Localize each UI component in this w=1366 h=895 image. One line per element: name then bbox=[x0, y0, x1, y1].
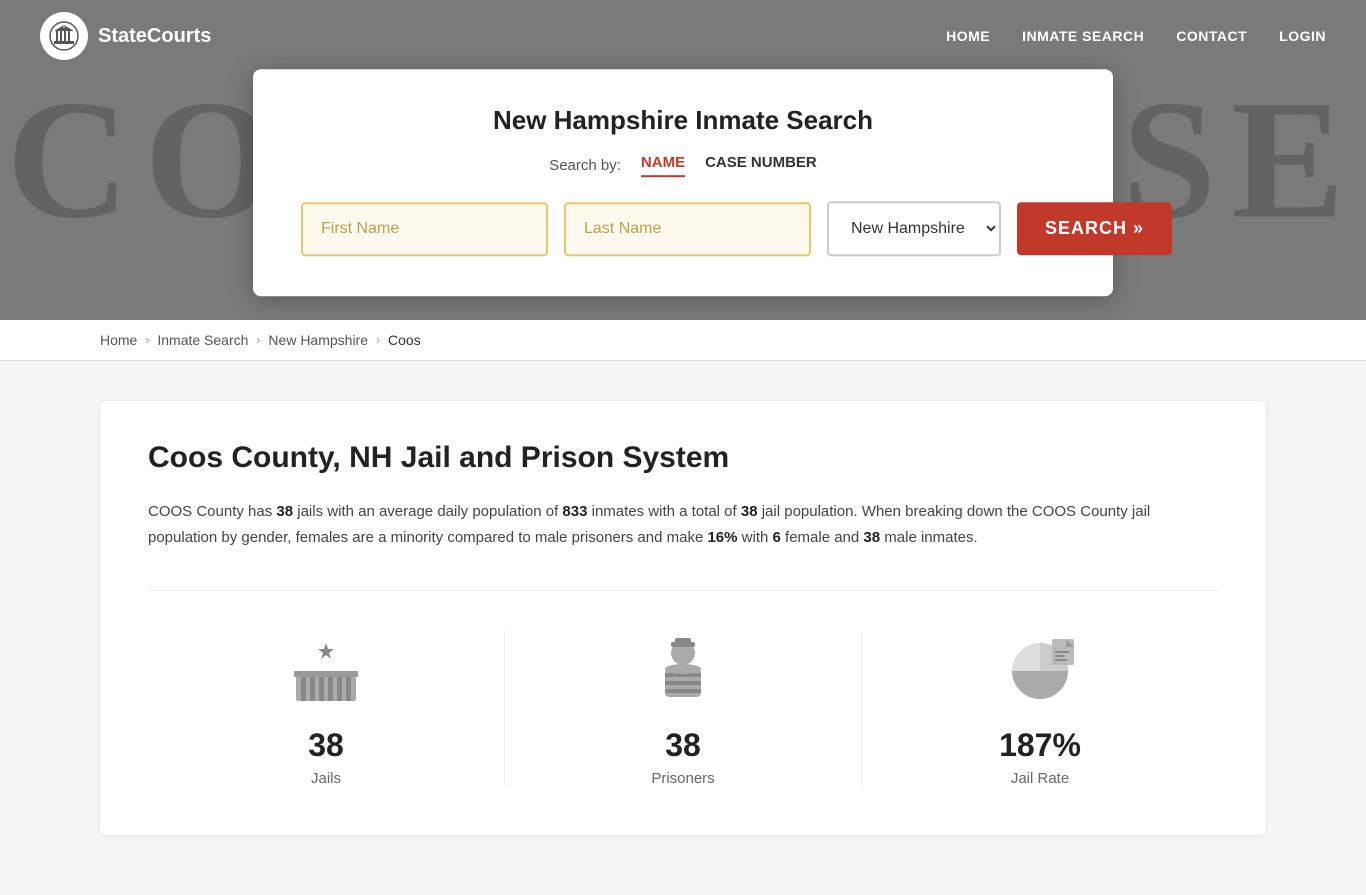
tab-case-number[interactable]: CASE NUMBER bbox=[705, 154, 817, 177]
search-by-row: Search by: NAME CASE NUMBER bbox=[301, 154, 1065, 177]
jails-count: 38 bbox=[276, 503, 293, 520]
breadcrumb-sep-2: › bbox=[256, 333, 260, 347]
desc-text-7: male inmates. bbox=[880, 529, 978, 546]
search-button[interactable]: SEARCH » bbox=[1017, 202, 1172, 255]
stat-prisoners: 38 Prisoners bbox=[505, 631, 862, 787]
header: COURTHOUSE StateCourts bbox=[0, 0, 1366, 320]
logo-link[interactable]: StateCourts bbox=[40, 12, 211, 60]
top-nav: StateCourts HOME INMATE SEARCH CONTACT L… bbox=[0, 0, 1366, 72]
stat-jail-rate: 187% Jail Rate bbox=[862, 631, 1218, 787]
jails-number: 38 bbox=[308, 727, 344, 764]
last-name-input[interactable] bbox=[564, 202, 811, 256]
county-description: COOS County has 38 jails with an average… bbox=[148, 499, 1218, 550]
desc-text-2: jails with an average daily population o… bbox=[293, 503, 562, 520]
stat-jails: 38 Jails bbox=[148, 631, 505, 787]
jail-rate-number: 187% bbox=[999, 727, 1081, 764]
logo-text: StateCourts bbox=[98, 25, 211, 48]
breadcrumb-inmate-search[interactable]: Inmate Search bbox=[157, 332, 248, 348]
search-modal: New Hampshire Inmate Search Search by: N… bbox=[253, 69, 1113, 296]
main-content: Coos County, NH Jail and Prison System C… bbox=[0, 361, 1366, 895]
nav-contact[interactable]: CONTACT bbox=[1176, 28, 1247, 44]
modal-title: New Hampshire Inmate Search bbox=[301, 105, 1065, 136]
female-pct: 16% bbox=[707, 529, 737, 546]
nav-login[interactable]: LOGIN bbox=[1279, 28, 1326, 44]
prisoners-label: Prisoners bbox=[651, 770, 714, 787]
breadcrumb-sep-3: › bbox=[376, 333, 380, 347]
desc-text-6: female and bbox=[781, 529, 864, 546]
male-count: 38 bbox=[863, 529, 880, 546]
jail-icon bbox=[286, 631, 366, 711]
search-fields: New Hampshire Alabama Alaska Arizona Cal… bbox=[301, 201, 1065, 256]
state-select[interactable]: New Hampshire Alabama Alaska Arizona Cal… bbox=[827, 201, 1001, 256]
prisoners-number: 38 bbox=[665, 727, 701, 764]
total-jail-pop: 38 bbox=[741, 503, 758, 520]
stats-row: 38 Jails bbox=[148, 590, 1218, 787]
jail-rate-icon bbox=[1000, 631, 1080, 711]
breadcrumb: Home › Inmate Search › New Hampshire › C… bbox=[100, 332, 1266, 348]
logo-icon bbox=[40, 12, 88, 60]
breadcrumb-state[interactable]: New Hampshire bbox=[268, 332, 368, 348]
content-card: Coos County, NH Jail and Prison System C… bbox=[100, 401, 1266, 835]
desc-text-5: with bbox=[738, 529, 773, 546]
breadcrumb-sep-1: › bbox=[145, 333, 149, 347]
prisoner-icon bbox=[643, 631, 723, 711]
jail-rate-label: Jail Rate bbox=[1011, 770, 1069, 787]
first-name-input[interactable] bbox=[301, 202, 548, 256]
tab-name[interactable]: NAME bbox=[641, 154, 685, 177]
breadcrumb-current: Coos bbox=[388, 332, 421, 348]
jails-label: Jails bbox=[311, 770, 341, 787]
nav-inmate-search[interactable]: INMATE SEARCH bbox=[1022, 28, 1144, 44]
desc-text-1: COOS County has bbox=[148, 503, 276, 520]
nav-links: HOME INMATE SEARCH CONTACT LOGIN bbox=[946, 28, 1326, 44]
female-count: 6 bbox=[773, 529, 781, 546]
desc-text-3: inmates with a total of bbox=[587, 503, 740, 520]
breadcrumb-home[interactable]: Home bbox=[100, 332, 137, 348]
search-by-label: Search by: bbox=[549, 157, 621, 174]
nav-home[interactable]: HOME bbox=[946, 28, 990, 44]
avg-population: 833 bbox=[562, 503, 587, 520]
breadcrumb-bar: Home › Inmate Search › New Hampshire › C… bbox=[0, 320, 1366, 361]
county-title: Coos County, NH Jail and Prison System bbox=[148, 441, 1218, 475]
